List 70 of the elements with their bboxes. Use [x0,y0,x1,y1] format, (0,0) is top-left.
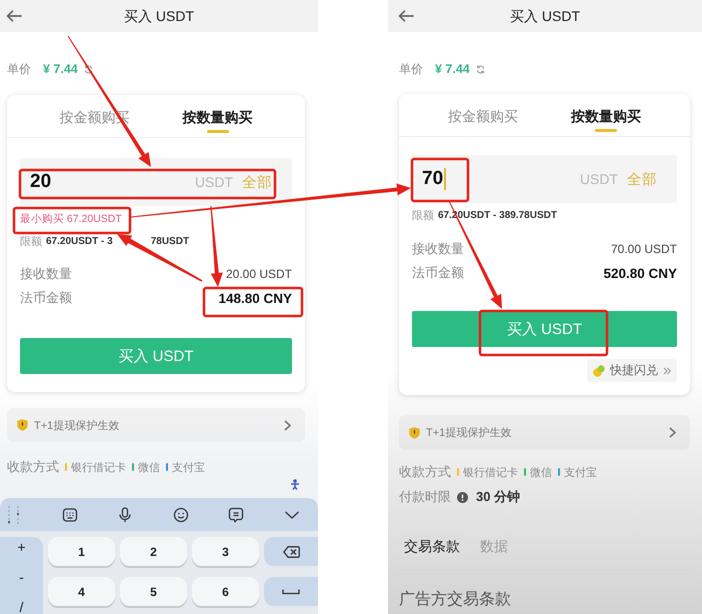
emoji-icon[interactable] [172,506,189,522]
limit-value: 67.20USDT - 3 [46,235,113,249]
digit-key[interactable]: 2 [120,537,187,566]
page-title: 买入 USDT [124,7,194,25]
text-cursor-icon [444,168,446,190]
payment-method: 银行借记卡 [71,460,126,474]
payment-methods-label: 收款方式 [399,463,451,481]
page-title: 买入 USDT [510,7,580,25]
min-purchase-hint: 最小购买 67.20USDT [20,212,122,227]
chevron-right-icon [284,420,291,430]
refresh-icon[interactable] [476,64,485,74]
summary-value: 20.00 USDT [226,267,292,281]
quick-swap-button[interactable]: 快捷闪兑 [587,359,677,382]
chat-icon[interactable] [228,506,244,522]
backspace-key[interactable] [264,537,318,566]
shield-icon [17,419,28,431]
coins-icon [593,364,605,376]
summary-label: 接收数量 [412,240,464,258]
alert-icon[interactable] [457,492,468,502]
back-icon[interactable] [398,10,414,22]
price-value: ¥ 7.44 [435,62,470,76]
summary-value: 520.80 CNY [603,266,677,280]
price-label: 单价 [399,60,423,78]
dotted-lines-icon[interactable] [6,504,22,524]
mode-tab[interactable]: 按数量购买 [182,95,252,137]
payment-method: 微信 [530,466,552,480]
digit-key[interactable]: 4 [48,577,115,606]
chevron-down-icon[interactable] [284,510,300,520]
summary-value: 70.00 USDT [610,242,677,256]
payment-method: 支付宝 [564,466,597,480]
payment-methods-label: 收款方式 [7,458,59,476]
summary-value: 148.80 CNY [218,290,292,306]
limit-label: 限额 [20,234,42,250]
unit-label: USDT [194,174,233,190]
annotation-frame [410,158,470,202]
double-chevron-icon [663,366,671,374]
chevron-right-icon [669,427,676,438]
payment-time-value: 30 分钟 [476,488,520,506]
refresh-icon[interactable] [84,64,93,74]
digit-key[interactable]: 5 [120,577,187,606]
keyboard-icon[interactable] [62,506,78,522]
digit-key[interactable]: 3 [192,537,259,566]
payment-method: 银行借记卡 [463,466,518,480]
back-icon[interactable] [6,10,22,22]
space-bar-icon [282,588,300,594]
protection-notice[interactable]: T+1提现保护生效 [399,415,690,450]
shield-icon [409,426,420,438]
summary-label: 接收数量 [20,265,72,283]
payment-method: 微信 [138,460,160,474]
digit-key[interactable]: 1 [48,537,115,566]
price-value: ¥ 7.44 [43,62,78,76]
microphone-icon[interactable] [117,506,134,522]
figure-icon[interactable] [290,479,300,490]
symbol-key[interactable]: - [19,567,24,587]
price-label: 单价 [7,60,31,78]
summary-label: 法币金额 [412,264,464,282]
digit-key[interactable]: 6 [192,577,259,606]
payment-method: 支付宝 [172,460,205,474]
symbol-key[interactable]: / [20,597,24,614]
protection-notice[interactable]: T+1提现保护生效 [7,408,305,442]
payment-time-label: 付款时限 [399,488,451,506]
summary-label: 法币金额 [20,289,72,307]
limit-label: 限额 [412,208,434,224]
unit-label: USDT [580,171,618,187]
mode-tab[interactable]: 按数量购买 [571,94,641,136]
terms-heading: 广告方交易条款 [399,590,511,610]
limit-value: 78USDT [150,235,190,249]
amount-input[interactable]: 70 USDT 全部 [412,155,677,203]
symbol-key[interactable]: + [17,537,26,557]
backspace-icon [282,546,300,558]
